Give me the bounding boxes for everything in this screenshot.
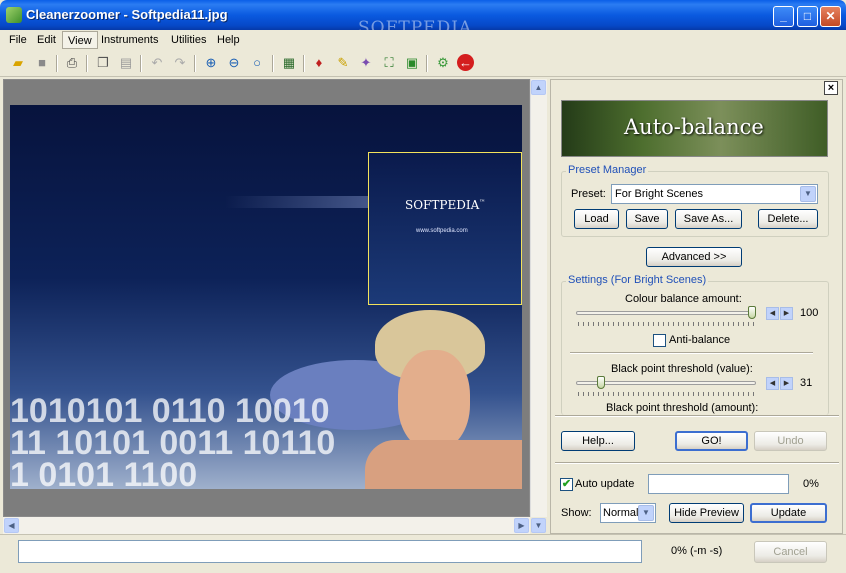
toolbar-separator <box>140 55 142 72</box>
back-icon[interactable]: ← <box>457 54 474 71</box>
auto-update-checkbox[interactable]: ✔ <box>560 478 573 491</box>
colour-balance-label: Colour balance amount: <box>625 293 742 305</box>
scroll-up-icon[interactable]: ▲ <box>531 80 546 95</box>
redo-icon[interactable]: ↷ <box>171 54 189 72</box>
status-progress-text: 0% (-m -s) <box>671 545 723 557</box>
save-as-button[interactable]: Save As... <box>675 209 742 229</box>
minimize-button[interactable]: _ <box>773 6 794 27</box>
brush-icon[interactable]: ✎ <box>334 54 352 72</box>
black-point-thumb[interactable] <box>596 376 605 389</box>
menu-help[interactable]: Help <box>212 31 245 49</box>
toolbar-separator <box>86 55 88 72</box>
colour-balance-slider[interactable] <box>576 311 756 315</box>
preset-label: Preset: <box>571 188 606 200</box>
status-progress-bar <box>18 540 642 563</box>
chevron-down-icon[interactable]: ▼ <box>638 505 654 521</box>
fit-icon[interactable]: ⛶ <box>380 54 398 72</box>
menu-view[interactable]: View <box>62 31 98 49</box>
calculator-icon[interactable]: ▦ <box>280 54 298 72</box>
black-point-value-label: Black point threshold (value): <box>611 363 753 375</box>
help-button[interactable]: Help... <box>561 431 635 451</box>
scroll-left-icon[interactable]: ◀ <box>4 518 19 533</box>
zoom-icon[interactable]: ○ <box>248 54 266 72</box>
divider <box>555 415 839 417</box>
decrease-icon[interactable]: ◀ <box>766 377 779 390</box>
increase-icon[interactable]: ▶ <box>780 307 793 320</box>
toolbar-separator <box>272 55 274 72</box>
save-button[interactable]: Save <box>626 209 668 229</box>
screen-icon[interactable]: ▣ <box>403 54 421 72</box>
person-arm <box>365 440 522 489</box>
menu-file[interactable]: File <box>4 31 32 49</box>
cancel-button[interactable]: Cancel <box>754 541 827 563</box>
zoom-in-icon[interactable]: ⊕ <box>202 54 220 72</box>
settings-label: Settings (For Bright Scenes) <box>566 274 709 286</box>
image-url: www.softpedia.com <box>416 228 468 234</box>
decrease-icon[interactable]: ◀ <box>766 307 779 320</box>
anti-balance-label: Anti-balance <box>669 334 731 346</box>
image-logo: SOFTPEDIA™ <box>405 198 486 212</box>
progress-field <box>648 474 789 494</box>
anti-balance-checkbox[interactable] <box>653 334 666 347</box>
advanced-button[interactable]: Advanced >> <box>646 247 742 267</box>
drop-icon[interactable]: ♦ <box>310 54 328 72</box>
gear-icon[interactable]: ⚙ <box>434 54 452 72</box>
binary-digits: 1010101 0110 1001011 10101 0011 101101 0… <box>10 395 336 489</box>
close-button[interactable]: ✕ <box>820 6 841 27</box>
print-icon[interactable]: ⎙ <box>63 54 81 72</box>
zoom-out-icon[interactable]: ⊖ <box>225 54 243 72</box>
menu-utilities[interactable]: Utilities <box>166 31 211 49</box>
save-icon[interactable]: ■ <box>33 54 51 72</box>
paste-icon[interactable]: ▤ <box>117 54 135 72</box>
panel-close-icon[interactable]: × <box>824 81 838 95</box>
colour-balance-value: 100 <box>800 307 819 319</box>
show-label: Show: <box>561 507 592 519</box>
toolbar-separator <box>303 55 305 72</box>
menu-instruments[interactable]: Instruments <box>96 31 163 49</box>
hide-preview-button[interactable]: Hide Preview <box>669 503 744 523</box>
go-button[interactable]: GO! <box>675 431 748 451</box>
person-face <box>398 350 470 450</box>
open-folder-icon[interactable]: ▰ <box>9 54 27 72</box>
black-point-value: 31 <box>800 377 813 389</box>
menu-edit[interactable]: Edit <box>32 31 61 49</box>
scroll-right-icon[interactable]: ▶ <box>514 518 529 533</box>
update-button[interactable]: Update <box>750 503 827 523</box>
banner-title: Auto-balance <box>624 115 764 139</box>
auto-update-label: Auto update <box>575 478 635 490</box>
progress-percent: 0% <box>803 478 819 490</box>
undo-icon[interactable]: ↶ <box>148 54 166 72</box>
slider-ticks <box>578 392 756 396</box>
wand-icon[interactable]: ✦ <box>357 54 375 72</box>
maximize-button[interactable]: □ <box>797 6 818 27</box>
increase-icon[interactable]: ▶ <box>780 377 793 390</box>
copy-icon[interactable]: ❐ <box>94 54 112 72</box>
preset-manager-label: Preset Manager <box>566 164 649 176</box>
window-title: Cleanerzoomer - Softpedia11.jpg <box>26 7 228 22</box>
undo-button[interactable]: Undo <box>754 431 827 451</box>
load-button[interactable]: Load <box>574 209 619 229</box>
divider <box>570 352 813 354</box>
slider-ticks <box>578 322 756 326</box>
app-icon[interactable] <box>6 7 22 23</box>
preset-select[interactable]: For Bright Scenes <box>611 184 818 204</box>
toolbar-separator <box>426 55 428 72</box>
scroll-down-icon[interactable]: ▼ <box>531 518 546 533</box>
black-point-amount-label: Black point threshold (amount): <box>606 402 759 414</box>
toolbar-separator <box>56 55 58 72</box>
horizontal-scrollbar[interactable] <box>3 517 530 534</box>
toolbar-separator <box>194 55 196 72</box>
colour-balance-thumb[interactable] <box>748 306 756 319</box>
chevron-down-icon[interactable]: ▼ <box>800 186 816 202</box>
vertical-scrollbar[interactable] <box>530 79 547 517</box>
delete-button[interactable]: Delete... <box>758 209 818 229</box>
divider <box>555 462 839 464</box>
